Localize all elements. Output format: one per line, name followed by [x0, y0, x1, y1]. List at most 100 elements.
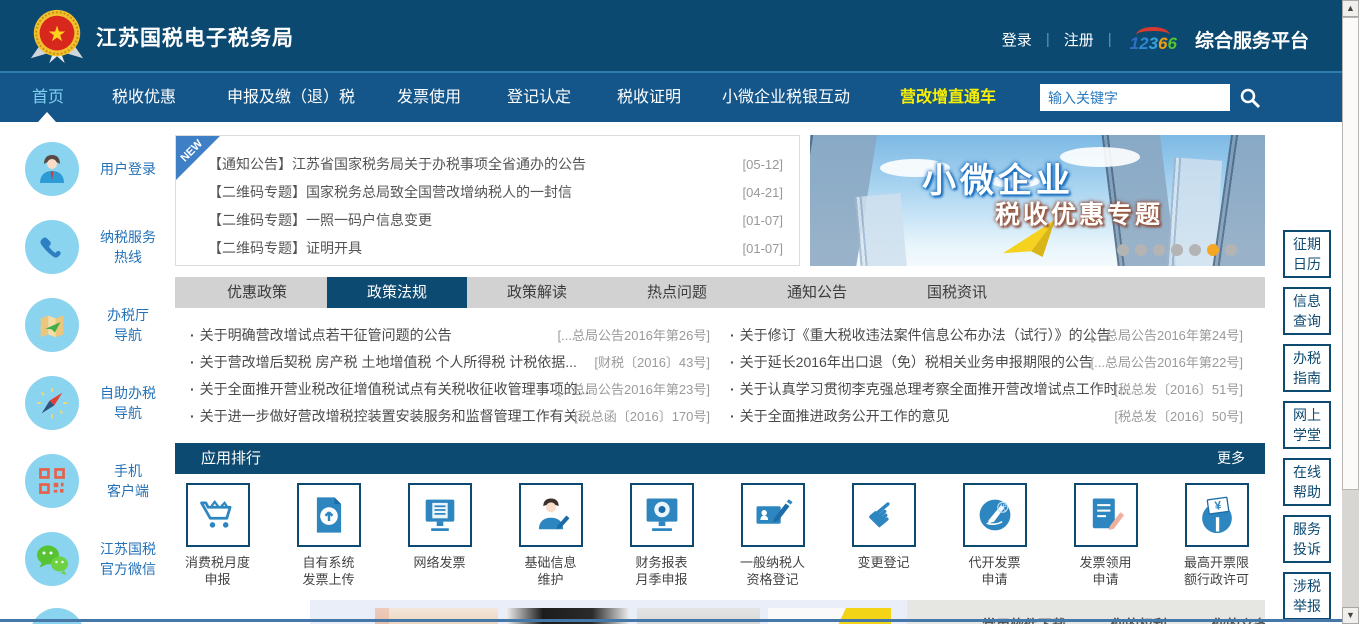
sidebar-item-self-service-nav[interactable]: 自助办税 导航: [0, 376, 170, 444]
app-own-system-invoice-upload[interactable]: 自有系统 发票上传: [274, 483, 383, 588]
app-basic-info-maintenance[interactable]: 基础信息 维护: [496, 483, 605, 588]
sidebar-item-mobile-client[interactable]: 手机 客户端: [0, 454, 170, 522]
carousel-dot[interactable]: [1117, 244, 1129, 256]
notice-date: [01-07]: [743, 235, 783, 262]
news-ref: [税总发〔2016〕51号]: [1114, 376, 1243, 403]
nav-item-tax-certificate[interactable]: 税收证明: [617, 73, 681, 122]
rail-online-help[interactable]: 在线 帮助: [1283, 458, 1331, 506]
news-ref: [...总局公告2016年第22号]: [1091, 349, 1243, 376]
nav-item-registration[interactable]: 登记认定: [507, 73, 571, 122]
map-icon: [25, 298, 79, 352]
news-ref: [税总函〔2016〕170号]: [574, 403, 710, 430]
rail-info-query[interactable]: 信息 查询: [1283, 287, 1331, 335]
news-link[interactable]: 关于明确营改增试点若干征管问题的公告[...总局公告2016年第26号]: [190, 322, 710, 349]
cart-icon: [186, 483, 250, 547]
notice-link[interactable]: 【二维码专题】一照一码户信息变更 [01-07]: [208, 207, 783, 234]
carousel-dot[interactable]: [1189, 244, 1201, 256]
app-financial-report-declare[interactable]: 财务报表 月季申报: [607, 483, 716, 588]
divider: |: [1046, 31, 1050, 48]
news-link[interactable]: 关于延长2016年出口退（免）税相关业务申报期限的公告[...总局公告2016年…: [730, 349, 1243, 376]
building-silhouette: [855, 193, 908, 266]
news-column-right: 关于修订《重大税收违法案件信息公布办法（试行）》的公告[...总局公告2016年…: [730, 320, 1243, 430]
carousel-dot[interactable]: [1171, 244, 1183, 256]
news-ref: [财税〔2016〕43号]: [594, 349, 710, 376]
carousel-dot-active[interactable]: [1207, 244, 1219, 256]
app-change-registration[interactable]: ☛ 变更登记: [829, 483, 938, 571]
phone-icon: [25, 220, 79, 274]
change-register-icon: ☛: [852, 483, 916, 547]
active-nav-caret: [38, 112, 56, 122]
notice-link[interactable]: 【二维码专题】国家税务总局致全国营改增纳税人的一封信 [04-21]: [208, 179, 783, 206]
sidebar-item-tax-hall-nav[interactable]: 办税厅 导航: [0, 298, 170, 366]
header: ★ 江苏国税电子税务局 登录 | 注册 | 12366 综合服务平台: [0, 0, 1359, 71]
jiangsu-tax-portal-page: ★ 江苏国税电子税务局 登录 | 注册 | 12366 综合服务平台 首页 税收…: [0, 0, 1359, 624]
promo-banner[interactable]: 小微企业 税收优惠专题: [810, 135, 1265, 266]
user-icon: [25, 142, 79, 196]
carousel-dot[interactable]: [1135, 244, 1147, 256]
news-ref: [...总局公告2016年第24号]: [1091, 322, 1243, 349]
scroll-down-button[interactable]: ▼: [1342, 607, 1359, 624]
news-link[interactable]: 关于认真学习贯彻李克强总理考察全面推开营改增试点工作时...[税总发〔2016〕…: [730, 376, 1243, 403]
register-link[interactable]: 注册: [1064, 29, 1094, 50]
news-link[interactable]: 关于全面推进政务公开工作的意见[税总发〔2016〕50号]: [730, 403, 1243, 430]
online-invoice-icon: [408, 483, 472, 547]
nav-item-small-biz-bank[interactable]: 小微企业税银互动: [722, 73, 850, 122]
scroll-thumb[interactable]: [1342, 17, 1359, 490]
profile-edit-icon: [519, 483, 583, 547]
carousel-dot[interactable]: [1153, 244, 1165, 256]
news-link[interactable]: 关于营改增后契税 房产税 土地增值税 个人所得税 计税依据...[财税〔2016…: [190, 349, 710, 376]
rail-collection-calendar[interactable]: 征期 日历: [1283, 230, 1331, 278]
nav-item-vat-reform[interactable]: 营改增直通车: [900, 73, 996, 122]
national-emblem-logo: ★: [28, 7, 86, 65]
hotline-12366-logo: 12366: [1130, 27, 1177, 52]
rail-tax-guide[interactable]: 办税 指南: [1283, 344, 1331, 392]
taxpayer-register-icon: [741, 483, 805, 547]
app-issue-invoice-request[interactable]: 代 代开发票 申请: [940, 483, 1049, 588]
news-link[interactable]: 关于全面推开营业税改征增值税试点有关税收征收管理事项的...[...总局公告20…: [190, 376, 710, 403]
scroll-up-button[interactable]: ▲: [1342, 0, 1359, 17]
news-column-left: 关于明确营改增试点若干征管问题的公告[...总局公告2016年第26号] 关于营…: [190, 320, 710, 430]
search-input[interactable]: [1040, 84, 1230, 111]
app-online-invoice[interactable]: 网络发票: [385, 483, 494, 571]
sidebar-item-official-wechat[interactable]: 江苏国税 官方微信: [0, 532, 170, 600]
carousel-dot[interactable]: [1225, 244, 1237, 256]
app-general-taxpayer-register[interactable]: 一般纳税人 资格登记: [718, 483, 827, 588]
apps-more-link[interactable]: 更多: [1217, 443, 1245, 474]
vertical-scrollbar[interactable]: ▲ ▼: [1342, 0, 1359, 624]
notice-date: [04-21]: [743, 179, 783, 206]
search-icon[interactable]: [1238, 86, 1262, 110]
tab-announcements[interactable]: 通知公告: [747, 277, 887, 308]
app-invoice-receive-request[interactable]: 发票领用 申请: [1051, 483, 1160, 588]
tab-policy-regulations[interactable]: 政策法规: [327, 277, 467, 308]
sidebar-item-service-hotline[interactable]: 纳税服务 热线: [0, 220, 170, 288]
notice-date: [01-07]: [743, 207, 783, 234]
nav-item-invoice-use[interactable]: 发票使用: [397, 73, 461, 122]
site-title: 江苏国税电子税务局: [96, 22, 294, 52]
tab-hot-issues[interactable]: 热点问题: [607, 277, 747, 308]
invoice-receive-icon: [1074, 483, 1138, 547]
notice-date: [05-12]: [743, 151, 783, 178]
app-max-invoice-limit-permit[interactable]: ¥ 最高开票限 额行政许可: [1162, 483, 1271, 588]
rail-tax-report[interactable]: 涉税 举报: [1283, 572, 1331, 620]
tab-policy-interpretation[interactable]: 政策解读: [467, 277, 607, 308]
tab-preferential-policy[interactable]: 优惠政策: [187, 277, 327, 308]
notice-link[interactable]: 【通知公告】江苏省国家税务局关于办税事项全省通办的公告 [05-12]: [208, 151, 783, 178]
tab-tax-news[interactable]: 国税资讯: [887, 277, 1027, 308]
news-link[interactable]: 关于进一步做好营改增税控装置安装服务和监督管理工作有关...[税总函〔2016〕…: [190, 403, 710, 430]
invoice-limit-icon: ¥: [1185, 483, 1249, 547]
rail-service-complaint[interactable]: 服务 投诉: [1283, 515, 1331, 563]
nav-item-tax-benefits[interactable]: 税收优惠: [112, 73, 176, 122]
app-consumption-tax-declare[interactable]: 消费税月度 申报: [163, 483, 272, 588]
notice-link[interactable]: 【二维码专题】证明开具 [01-07]: [208, 235, 783, 262]
wechat-icon: [25, 532, 79, 586]
login-link[interactable]: 登录: [1002, 29, 1032, 50]
upload-invoice-icon: [297, 483, 361, 547]
issue-invoice-icon: 代: [963, 483, 1027, 547]
news-ref: [...总局公告2016年第26号]: [558, 322, 710, 349]
sidebar-item-user-login[interactable]: 用户登录: [0, 142, 170, 210]
rail-online-school[interactable]: 网上 学堂: [1283, 401, 1331, 449]
nav-item-declare-pay[interactable]: 申报及缴（退）税: [227, 73, 355, 122]
news-link[interactable]: 关于修订《重大税收违法案件信息公布办法（试行）》的公告[...总局公告2016年…: [730, 322, 1243, 349]
footer-divider: [0, 619, 1342, 622]
main-nav: 首页 税收优惠 申报及缴（退）税 发票使用 登记认定 税收证明 小微企业税银互动…: [0, 73, 1359, 122]
